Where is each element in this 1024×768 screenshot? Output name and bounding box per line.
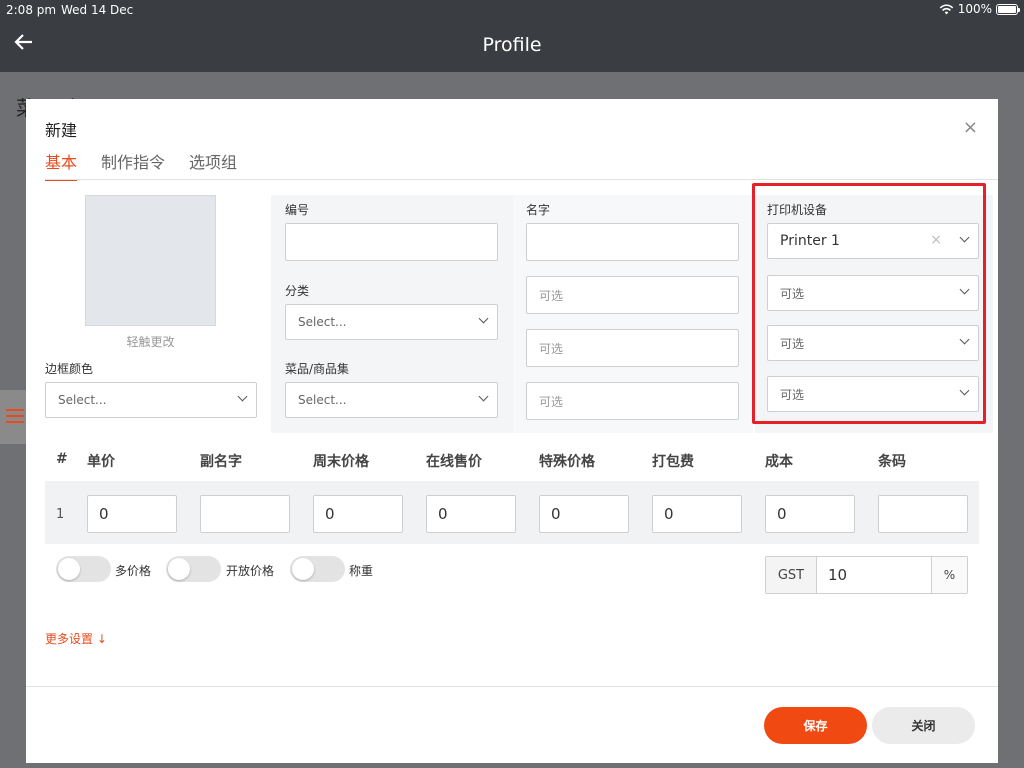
image-caption: 轻触更改 [126, 335, 175, 349]
column-header-barcode: 条码 [878, 454, 906, 470]
status-bar: 2:08 pm Wed 14 Dec 100% [0, 0, 1024, 20]
barcode-input[interactable] [878, 495, 968, 533]
tab-instructions[interactable]: 制作指令 [101, 149, 165, 181]
gst-suffix: % [931, 557, 967, 593]
column-header-index: # [56, 451, 68, 467]
column-header-packing-fee: 打包费 [652, 454, 694, 470]
open-price-label: 开放价格 [226, 564, 275, 578]
close-icon[interactable]: × [963, 117, 978, 138]
special-price-input[interactable]: 0 [539, 495, 629, 533]
column-header-subname: 副名字 [200, 454, 242, 470]
subname-input[interactable] [200, 495, 290, 533]
tab-basic[interactable]: 基本 [45, 149, 78, 181]
status-time: 2:08 pm [6, 3, 57, 17]
category-label: 分类 [285, 284, 310, 298]
item-set-select[interactable]: Select... [285, 382, 498, 418]
cost-input[interactable]: 0 [765, 495, 855, 533]
app-header: Profile [0, 20, 1024, 72]
page-title: Profile [482, 34, 542, 56]
tab-divider [45, 179, 998, 180]
name-optional-input-2[interactable]: 可选 [526, 329, 739, 367]
border-color-placeholder: Select... [58, 393, 107, 407]
item-image-placeholder[interactable] [85, 195, 216, 326]
gst-field: GST 10 % [765, 556, 968, 594]
column-header-weekend-price: 周末价格 [313, 454, 369, 470]
code-input[interactable] [285, 223, 498, 261]
gst-prefix: GST [766, 557, 817, 593]
packing-fee-input[interactable]: 0 [652, 495, 742, 533]
price-input[interactable]: 0 [87, 495, 177, 533]
background-menu-icon [0, 390, 26, 444]
battery-icon [996, 3, 1020, 15]
tab-option-groups[interactable]: 选项组 [189, 149, 237, 181]
weighing-label: 称重 [349, 564, 374, 578]
name-input[interactable] [526, 223, 739, 261]
category-placeholder: Select... [298, 315, 347, 329]
save-button[interactable]: 保存 [764, 707, 867, 744]
column-header-online-price: 在线售价 [426, 454, 482, 470]
battery-percent: 100% [957, 2, 992, 16]
row-number: 1 [56, 507, 65, 522]
weekend-price-input[interactable]: 0 [313, 495, 403, 533]
status-right: 100% [939, 2, 1020, 16]
modal-title: 新建 [45, 121, 78, 140]
name-label: 名字 [526, 203, 551, 217]
chevron-down-icon [237, 391, 248, 402]
item-set-label: 菜品/商品集 [285, 362, 350, 376]
weighing-toggle[interactable] [290, 556, 345, 582]
multi-price-label: 多价格 [115, 564, 152, 578]
name-optional-input-3[interactable]: 可选 [526, 382, 739, 420]
column-header-special-price: 特殊价格 [539, 454, 595, 470]
gst-input[interactable]: 10 [817, 557, 931, 593]
category-select[interactable]: Select... [285, 304, 498, 340]
multi-price-toggle[interactable] [56, 556, 111, 582]
open-price-toggle[interactable] [166, 556, 221, 582]
new-item-modal: 新建 × 基本 制作指令 选项组 轻触更改 边框颜色 Select... 编号 … [26, 99, 998, 763]
printer-highlight-box [752, 183, 986, 424]
tab-bar: 基本 制作指令 选项组 [45, 149, 261, 181]
name-optional-input-1[interactable]: 可选 [526, 276, 739, 314]
wifi-icon [939, 3, 953, 14]
item-set-placeholder: Select... [298, 393, 347, 407]
border-color-label: 边框颜色 [45, 362, 94, 376]
border-color-select[interactable]: Select... [45, 382, 257, 418]
more-settings-link[interactable]: 更多设置 ↓ [45, 630, 107, 647]
chevron-down-icon [478, 313, 489, 324]
status-date: Wed 14 Dec [61, 3, 134, 17]
chevron-down-icon [478, 391, 489, 402]
column-header-price: 单价 [87, 454, 115, 470]
footer-divider [26, 686, 998, 687]
column-header-cost: 成本 [765, 454, 793, 470]
code-label: 编号 [285, 203, 310, 217]
close-button[interactable]: 关闭 [872, 707, 975, 744]
online-price-input[interactable]: 0 [426, 495, 516, 533]
